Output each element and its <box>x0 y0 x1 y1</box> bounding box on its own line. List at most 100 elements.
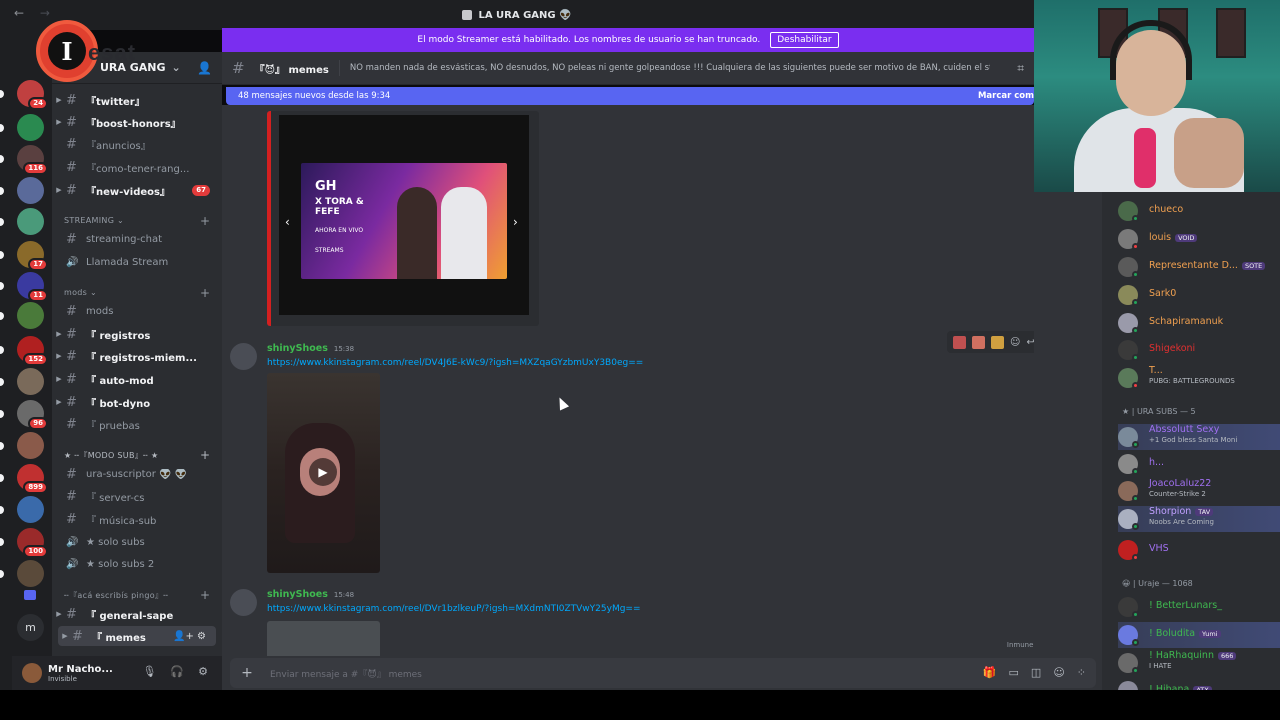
chevron-right-icon[interactable]: › <box>513 215 518 229</box>
avatar[interactable] <box>230 343 257 370</box>
server-icon[interactable]: 100 <box>17 528 48 558</box>
channel-mods[interactable]: # mods <box>52 301 222 321</box>
mark-read-button[interactable]: Marcar com <box>978 91 1034 101</box>
avatar[interactable] <box>22 663 42 683</box>
back-arrow-icon[interactable]: ← <box>14 6 24 20</box>
server-icon[interactable]: 17 <box>17 241 48 271</box>
emoji-icon[interactable]: ☺ <box>1053 666 1064 679</box>
message-link[interactable]: https://www.kkinstagram.com/reel/DV4J6E-… <box>267 358 643 368</box>
channel-registros-miembros[interactable]: ▶ # 『 registros-miem... <box>52 346 222 366</box>
channel-ura-suscriptor[interactable]: # ura-suscriptor 👽 👽 <box>52 464 222 484</box>
category-modo-sub[interactable]: ★ ╌『MODO SUB』╌ ★ + <box>64 448 210 462</box>
threads-icon[interactable]: ⌗ <box>1017 61 1024 76</box>
server-icon[interactable] <box>17 432 44 459</box>
member-item[interactable]: Sark0 <box>1118 282 1280 308</box>
member-item[interactable]: Abssolutt Sexy +1 God bless Santa Moni <box>1118 424 1280 450</box>
server-icon[interactable] <box>17 208 44 235</box>
category-mods[interactable]: mods ⌄ + <box>64 286 210 300</box>
server-icon[interactable]: 116 <box>17 145 48 175</box>
member-item[interactable]: ! BetterLunars_ <box>1118 594 1280 620</box>
server-icon[interactable]: 24 <box>17 80 48 110</box>
add-channel-icon[interactable]: + <box>200 588 210 602</box>
add-reaction-icon[interactable]: ☺ <box>1010 337 1020 348</box>
channel-new-videos[interactable]: ▶ # 『new-videos』 67 <box>52 180 222 200</box>
server-icon[interactable] <box>17 496 44 523</box>
invite-icon[interactable]: 👤 <box>197 61 212 75</box>
member-item[interactable]: ! HaRhaquinn 666 I HATE <box>1118 650 1280 676</box>
avatar[interactable] <box>230 589 257 616</box>
video-embed[interactable]: ▶ <box>267 373 380 573</box>
channel-registros[interactable]: ▶ # 『 registros <box>52 324 222 344</box>
server-icon[interactable]: 152 <box>17 336 48 366</box>
server-icon[interactable] <box>17 560 44 587</box>
channel-auto-mod[interactable]: ▶ # 『 auto-mod <box>52 369 222 389</box>
new-messages-bar[interactable]: 48 mensajes nuevos desde las 9:34 Marcar… <box>226 87 1034 105</box>
channel-boost[interactable]: ▶ # 『boost-honors』 <box>52 112 222 132</box>
add-attachment-icon[interactable]: + <box>234 665 260 681</box>
channel-pruebas[interactable]: # 『 pruebas <box>52 414 222 434</box>
server-icon[interactable]: 96 <box>17 400 48 430</box>
play-icon[interactable]: ▶ <box>309 458 337 486</box>
sticker-icon[interactable]: ◫ <box>1031 666 1041 679</box>
headphones-icon[interactable]: 🎧 <box>170 665 184 678</box>
member-item[interactable]: chueco <box>1118 198 1280 224</box>
member-item[interactable]: h... <box>1118 451 1280 477</box>
reaction-emoji-icon[interactable] <box>972 335 985 349</box>
member-item[interactable]: JoacoLaluz22 Counter-Strike 2 <box>1118 478 1280 504</box>
member-item[interactable]: ! Boludita Yumi <box>1118 622 1280 648</box>
server-icon[interactable] <box>17 177 44 204</box>
hash-icon: # <box>72 628 83 644</box>
channel-twitter[interactable]: ▶ # 『twitter』 <box>52 90 222 110</box>
channel-topic[interactable]: NO manden nada de esvásticas, NO desnudo… <box>350 63 990 73</box>
channel-bot-dyno[interactable]: ▶ # 『 bot-dyno <box>52 392 222 412</box>
voice-channel-llamada[interactable]: 🔊 Llamada Stream <box>52 252 222 272</box>
voice-channel-solo-subs-2[interactable]: 🔊 ★ solo subs 2 <box>52 554 222 574</box>
message-link[interactable]: https://www.kkinstagram.com/reel/DVr1bzl… <box>267 604 641 614</box>
carousel-image[interactable]: GH X TORA & FEFE AHORA EN VIVO STREAMS ‹… <box>279 115 529 315</box>
server-icon[interactable] <box>17 114 44 141</box>
member-item[interactable]: Shorpion TAV Noobs Are Coming <box>1118 506 1280 532</box>
category-pingo[interactable]: ╌『acá escribís pingo』╌ + <box>64 588 210 602</box>
member-item[interactable]: VHS <box>1118 537 1280 563</box>
voice-channel-solo-subs[interactable]: 🔊 ★ solo subs <box>52 532 222 552</box>
message-author[interactable]: shinyShoes 15:38 <box>267 343 354 354</box>
forward-arrow-icon[interactable]: → <box>40 6 50 20</box>
server-icon[interactable]: 899 <box>17 464 48 494</box>
channel-streaming-chat[interactable]: # streaming-chat <box>52 229 222 249</box>
member-item[interactable]: louis VOID <box>1118 226 1280 252</box>
member-item[interactable]: ! Hibana ATX <box>1118 678 1280 690</box>
add-channel-icon[interactable]: + <box>200 286 210 300</box>
server-icon[interactable] <box>17 368 44 395</box>
server-icon[interactable]: 11 <box>17 272 48 302</box>
gear-icon[interactable]: ⚙ <box>198 665 208 678</box>
gif-icon[interactable]: ▭ <box>1009 666 1019 679</box>
channel-memes[interactable]: ▶ # 『 memes 👤+ ⚙ <box>58 626 216 646</box>
channel-general-sape[interactable]: ▶ # 『 general-sape <box>52 604 222 624</box>
channel-anuncios[interactable]: # 『anuncios』 <box>52 134 222 154</box>
chevron-left-icon[interactable]: ‹ <box>285 215 290 229</box>
gift-icon[interactable]: 🎁 <box>983 666 997 679</box>
member-item[interactable]: Schapiramanuk <box>1118 310 1280 336</box>
microphone-icon[interactable]: 🎙 <box>142 665 156 678</box>
message-author[interactable]: shinyShoes 15:48 <box>267 589 354 600</box>
member-item[interactable]: Shigekoni <box>1118 337 1280 363</box>
channel-settings-icon[interactable]: 👤+ ⚙ <box>173 631 206 642</box>
status-dot <box>1132 243 1139 250</box>
apps-icon[interactable]: ⁘ <box>1077 666 1086 679</box>
disable-streamer-button[interactable]: Deshabilitar <box>770 32 839 48</box>
member-item[interactable]: Representante D... SOTE <box>1118 254 1280 280</box>
channel-server-cs[interactable]: # 『 server-cs <box>52 486 222 506</box>
reaction-emoji-icon[interactable] <box>953 335 966 349</box>
add-channel-icon[interactable]: + <box>200 214 210 228</box>
message-input[interactable]: + Enviar mensaje a #『😈』 memes 🎁 ▭ ◫ ☺ ⁘ <box>230 658 1096 688</box>
category-streaming[interactable]: STREAMING ⌄ + <box>64 214 210 228</box>
reaction-emoji-icon[interactable] <box>991 335 1004 349</box>
add-channel-icon[interactable]: + <box>200 448 210 462</box>
folder-icon[interactable] <box>24 590 36 600</box>
member-item[interactable]: T... PUBG: BATTLEGROUNDS <box>1118 365 1280 391</box>
server-icon[interactable] <box>17 302 44 329</box>
channel-como-tener-rango[interactable]: # 『como-tener-rang... <box>52 157 222 177</box>
server-icon[interactable]: m <box>17 614 44 641</box>
channel-musica-sub[interactable]: # 『 música-sub <box>52 509 222 529</box>
video-embed[interactable] <box>267 621 380 656</box>
